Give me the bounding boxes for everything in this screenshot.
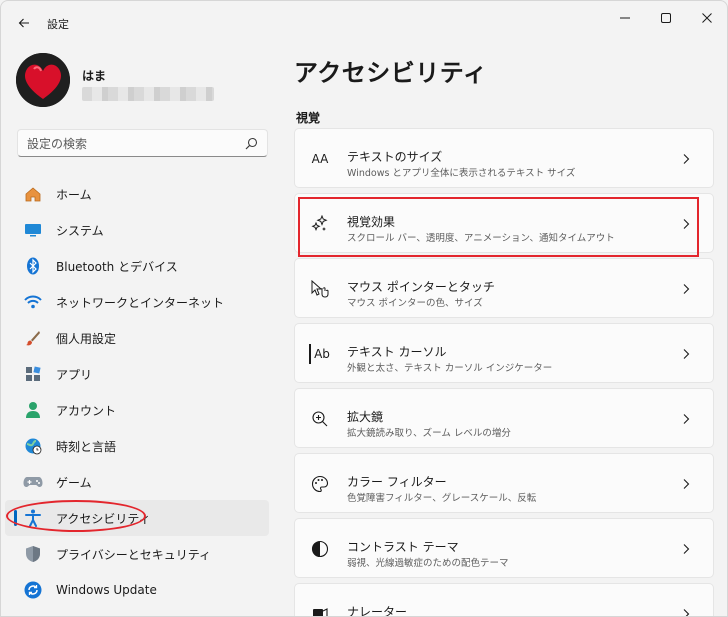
pointer-touch-icon — [309, 279, 331, 299]
maximize-button[interactable] — [646, 7, 686, 29]
search-input[interactable] — [27, 135, 237, 152]
sidebar-item-accounts[interactable]: アカウント — [5, 392, 269, 428]
sidebar-item-gaming[interactable]: ゲーム — [5, 464, 269, 500]
sidebar-item-accessibility[interactable]: アクセシビリティ — [5, 500, 269, 536]
sidebar-item-label: 個人用設定 — [56, 331, 117, 346]
card-magnifier[interactable]: 拡大鏡 拡大鏡読み取り、ズーム レベルの増分 — [294, 388, 714, 448]
chevron-right-icon — [683, 154, 690, 164]
text-cursor-icon: Ab — [309, 344, 331, 364]
minimize-button[interactable] — [605, 7, 645, 29]
globe-clock-icon — [23, 437, 43, 455]
card-title: マウス ポインターとタッチ — [347, 280, 495, 294]
sidebar-item-label: ゲーム — [56, 475, 92, 490]
sidebar-item-time-language[interactable]: 時刻と言語 — [5, 428, 269, 464]
card-description: 色覚障害フィルター、グレースケール、反転 — [347, 493, 537, 504]
sidebar-item-label: Bluetooth とデバイス — [56, 259, 178, 274]
card-description: 拡大鏡読み取り、ズーム レベルの増分 — [347, 428, 511, 439]
sidebar-item-label: Windows Update — [56, 583, 157, 597]
sidebar-item-label: ホーム — [56, 187, 92, 202]
sidebar-item-windows-update[interactable]: Windows Update — [5, 572, 269, 608]
search-box[interactable] — [17, 129, 268, 157]
card-description: スクロール バー、透明度、アニメーション、通知タイムアウト — [347, 233, 615, 244]
chevron-right-icon — [683, 349, 690, 359]
chevron-right-icon — [683, 284, 690, 294]
shield-icon — [23, 545, 43, 563]
bluetooth-icon — [23, 257, 43, 275]
card-contrast-themes[interactable]: コントラスト テーマ 弱視、光線過敏症のための配色テーマ — [294, 518, 714, 578]
card-text-cursor[interactable]: Ab テキスト カーソル 外観と太さ、テキスト カーソル インジケーター — [294, 323, 714, 383]
sidebar-item-bluetooth[interactable]: Bluetooth とデバイス — [5, 248, 269, 284]
sidebar-item-personalization[interactable]: 個人用設定 — [5, 320, 269, 356]
narrator-icon — [309, 604, 331, 616]
magnifier-icon — [309, 409, 331, 429]
card-title: ナレーター — [347, 605, 408, 617]
card-mouse-pointer-touch[interactable]: マウス ポインターとタッチ マウス ポインターの色、サイズ — [294, 258, 714, 318]
brush-icon — [23, 329, 43, 347]
contrast-icon — [309, 539, 331, 559]
user-profile[interactable]: はま — [16, 53, 256, 109]
chevron-right-icon — [683, 609, 690, 616]
account-icon — [23, 401, 43, 419]
sidebar-item-label: ネットワークとインターネット — [56, 295, 225, 310]
card-visual-effects[interactable]: 視覚効果 スクロール バー、透明度、アニメーション、通知タイムアウト — [294, 193, 714, 253]
accessibility-icon — [23, 509, 43, 527]
back-arrow-icon — [18, 18, 29, 28]
gamepad-icon — [23, 473, 43, 491]
selection-indicator — [14, 510, 17, 526]
section-title: 視覚 — [296, 111, 321, 125]
chevron-right-icon — [683, 544, 690, 554]
card-description: マウス ポインターの色、サイズ — [347, 298, 483, 309]
sidebar-item-system[interactable]: システム — [5, 212, 269, 248]
sidebar-item-label: システム — [56, 223, 104, 238]
back-button[interactable] — [13, 12, 35, 34]
sidebar-item-network[interactable]: ネットワークとインターネット — [5, 284, 269, 320]
sidebar-item-label: アカウント — [56, 403, 117, 418]
card-title: カラー フィルター — [347, 475, 447, 489]
sparkle-icon — [309, 214, 331, 234]
card-narrator[interactable]: ナレーター — [294, 583, 714, 617]
card-title: 拡大鏡 — [347, 410, 384, 424]
card-title: テキスト カーソル — [347, 345, 447, 359]
home-icon — [23, 185, 43, 203]
palette-icon — [309, 474, 331, 494]
sidebar-item-label: プライバシーとセキュリティ — [56, 547, 212, 562]
apps-icon — [23, 365, 43, 383]
sidebar-item-apps[interactable]: アプリ — [5, 356, 269, 392]
title-bar: 設定 — [1, 1, 727, 45]
wifi-icon — [23, 293, 43, 311]
card-description: Windows とアプリ全体に表示されるテキスト サイズ — [347, 168, 576, 179]
minimize-icon — [620, 17, 630, 19]
user-name: はま — [82, 69, 107, 83]
chevron-right-icon — [683, 414, 690, 424]
sidebar-item-home[interactable]: ホーム — [5, 176, 269, 212]
card-text-size[interactable]: AA テキストのサイズ Windows とアプリ全体に表示されるテキスト サイズ — [294, 128, 714, 188]
system-icon — [23, 221, 43, 239]
chevron-right-icon — [683, 479, 690, 489]
chevron-right-icon — [683, 219, 690, 229]
card-title: コントラスト テーマ — [347, 540, 459, 554]
search-icon[interactable] — [245, 137, 258, 150]
text-size-icon: AA — [311, 152, 329, 166]
card-description: 弱視、光線過敏症のための配色テーマ — [347, 558, 509, 569]
page-title: アクセシビリティ — [294, 59, 488, 87]
app-title: 設定 — [47, 18, 69, 31]
avatar — [16, 53, 70, 107]
close-icon — [702, 13, 712, 23]
sidebar-item-privacy[interactable]: プライバシーとセキュリティ — [5, 536, 269, 572]
card-color-filters[interactable]: カラー フィルター 色覚障害フィルター、グレースケール、反転 — [294, 453, 714, 513]
sidebar-item-label: 時刻と言語 — [56, 439, 117, 454]
card-description: 外観と太さ、テキスト カーソル インジケーター — [347, 363, 553, 374]
sidebar-nav: ホーム システム Bluetooth とデバイス ネットワークとインターネット … — [5, 176, 269, 608]
sidebar-item-label: アクセシビリティ — [56, 511, 151, 526]
user-email-redacted — [82, 87, 214, 101]
card-title: テキストのサイズ — [347, 150, 443, 164]
maximize-icon — [661, 13, 671, 23]
heart-avatar-icon — [16, 53, 70, 107]
update-icon — [23, 581, 43, 599]
sidebar-item-label: アプリ — [56, 367, 93, 382]
close-button[interactable] — [687, 7, 727, 29]
card-title: 視覚効果 — [347, 215, 396, 229]
settings-window: 設定 はま 設定の検索 ホーム システム Bluetooth とデバイス ネット… — [0, 0, 728, 617]
